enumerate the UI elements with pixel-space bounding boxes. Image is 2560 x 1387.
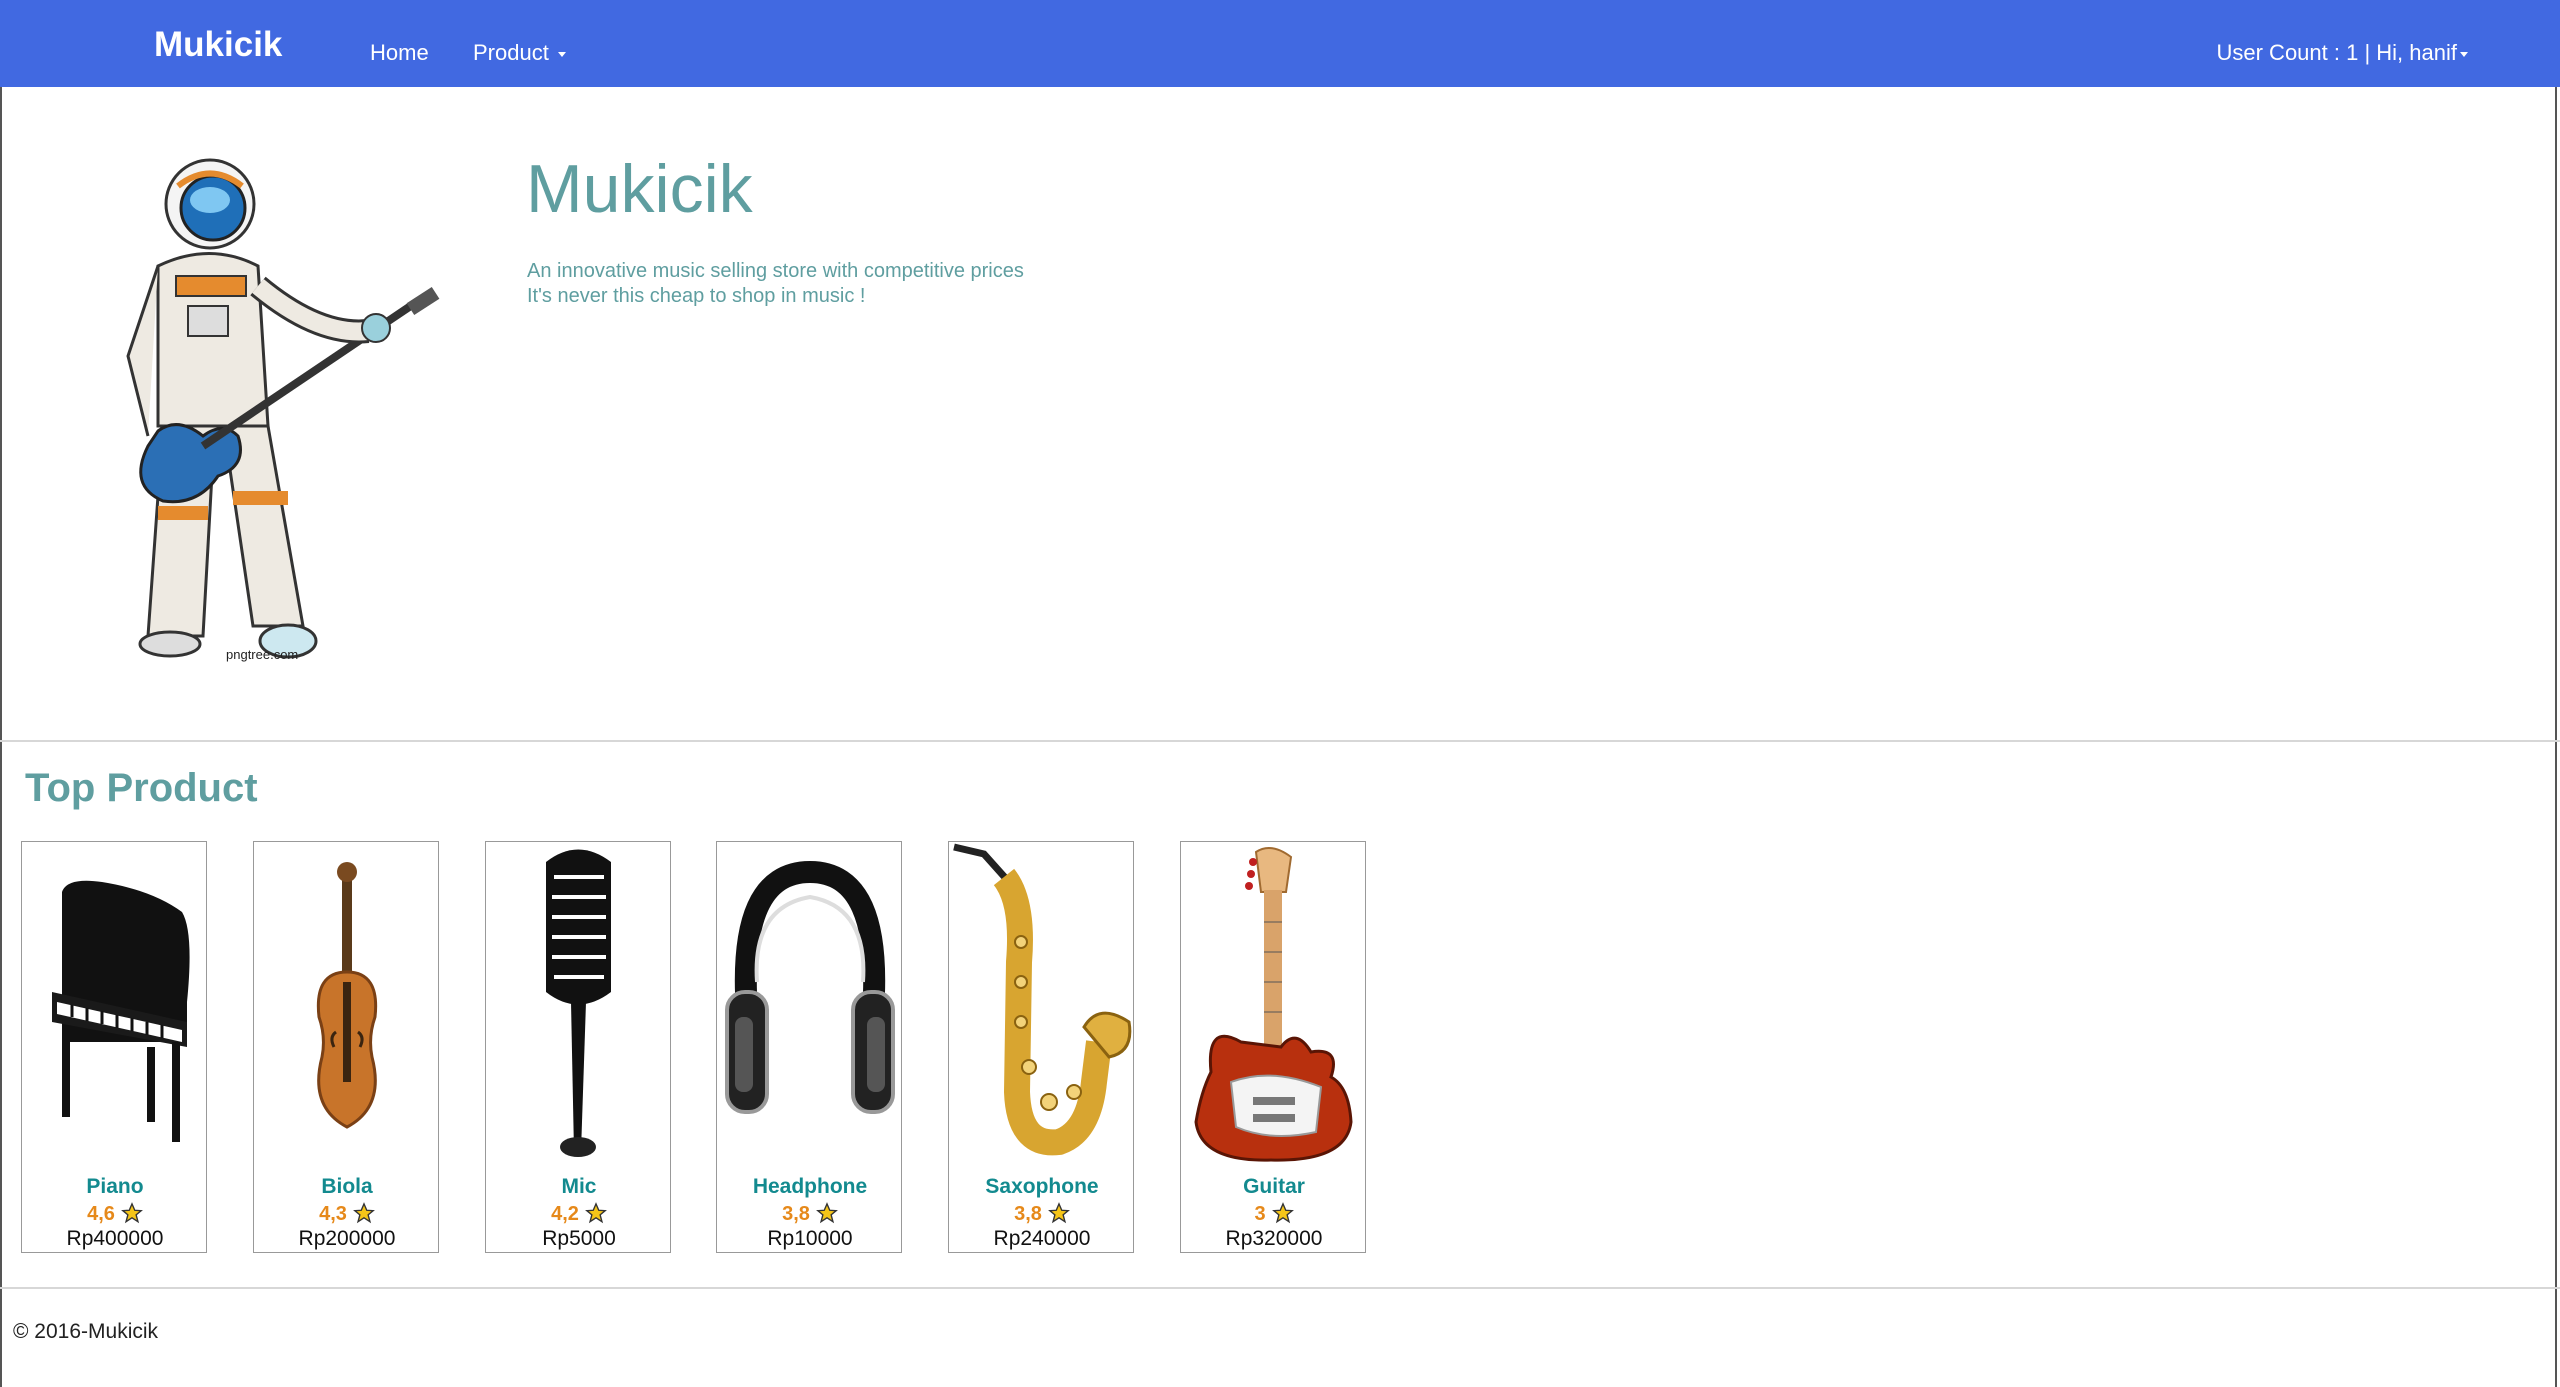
star-icon xyxy=(1047,1202,1070,1224)
user-menu-dropdown[interactable]: Hi, hanif xyxy=(2376,40,2468,65)
product-rating: 3,8 xyxy=(949,1202,1135,1226)
star-icon xyxy=(120,1202,143,1224)
star-icon xyxy=(584,1202,607,1224)
product-rating: 3,8 xyxy=(717,1202,903,1226)
rating-value: 3,8 xyxy=(1014,1203,1042,1225)
top-product-heading: Top Product xyxy=(25,766,258,810)
product-name[interactable]: Saxophone xyxy=(949,1175,1135,1199)
hero-tagline-line2: It's never this cheap to shop in music ! xyxy=(527,285,866,307)
piano-icon xyxy=(52,880,190,1142)
microphone-icon xyxy=(546,849,611,1157)
rating-value: 3,8 xyxy=(782,1203,810,1225)
product-rating: 4,3 xyxy=(254,1202,440,1226)
footer-copyright: © 2016-Mukicik xyxy=(13,1320,159,1343)
product-price: Rp400000 xyxy=(66,1227,164,1250)
product-rating: 4,6 xyxy=(22,1202,208,1226)
star-icon xyxy=(1271,1202,1294,1224)
rating-value: 4,3 xyxy=(319,1203,347,1225)
headphone-icon xyxy=(725,860,895,1114)
section-divider xyxy=(0,740,2560,742)
product-name[interactable]: Piano xyxy=(22,1175,208,1199)
product-name[interactable]: Headphone xyxy=(717,1175,903,1199)
product-rating: 4,2 xyxy=(486,1202,672,1226)
hero-tagline: An innovative music selling store with c… xyxy=(527,259,1024,309)
hero-title: Mukicik xyxy=(526,151,753,227)
product-price: Rp200000 xyxy=(298,1227,396,1250)
product-card-mic[interactable]: Mic 4,2 Rp5000 xyxy=(485,841,671,1253)
rating-value: 3 xyxy=(1254,1203,1266,1225)
user-area: User Count : 1 | Hi, hanif xyxy=(2216,40,2468,66)
user-count-text: User Count : 1 | xyxy=(2216,40,2377,65)
product-card-piano[interactable]: Piano 4,6 Rp400000 xyxy=(21,841,207,1253)
product-card-headphone[interactable]: Headphone 3,8 Rp10000 xyxy=(716,841,902,1253)
product-name[interactable]: Mic xyxy=(486,1175,672,1199)
product-price: Rp240000 xyxy=(993,1227,1091,1250)
footer-divider xyxy=(0,1287,2560,1289)
user-greeting: Hi, hanif xyxy=(2376,40,2457,65)
guitar-icon xyxy=(1194,847,1353,1162)
nav-product-dropdown[interactable]: Product xyxy=(473,40,566,66)
rating-value: 4,2 xyxy=(551,1203,579,1225)
violin-icon xyxy=(316,862,378,1129)
product-price: Rp320000 xyxy=(1225,1227,1323,1250)
product-name[interactable]: Guitar xyxy=(1181,1175,1367,1199)
nav-product-label: Product xyxy=(473,40,549,65)
product-card-biola[interactable]: Biola 4,3 Rp200000 xyxy=(253,841,439,1253)
astronaut-guitar-image: pngtree.com xyxy=(126,158,440,662)
chevron-down-icon xyxy=(2460,51,2468,57)
saxophone-icon xyxy=(953,843,1132,1156)
product-price: Rp5000 xyxy=(542,1227,616,1250)
hero-tagline-line1: An innovative music selling store with c… xyxy=(527,260,1024,282)
rating-value: 4,6 xyxy=(87,1203,115,1225)
product-name[interactable]: Biola xyxy=(254,1175,440,1199)
hero-image-watermark: pngtree.com xyxy=(226,647,298,662)
product-card-guitar[interactable]: Guitar 3 Rp320000 xyxy=(1180,841,1366,1253)
product-card-saxophone[interactable]: Saxophone 3,8 Rp240000 xyxy=(948,841,1134,1253)
star-icon xyxy=(352,1202,375,1224)
nav-home-link[interactable]: Home xyxy=(370,40,429,66)
brand-link[interactable]: Mukicik xyxy=(154,25,282,65)
chevron-down-icon xyxy=(557,51,566,57)
product-price: Rp10000 xyxy=(767,1227,853,1250)
product-rating: 3 xyxy=(1181,1202,1367,1226)
star-icon xyxy=(815,1202,838,1224)
top-navbar: Mukicik Home Product User Count : 1 | Hi… xyxy=(0,0,2560,87)
